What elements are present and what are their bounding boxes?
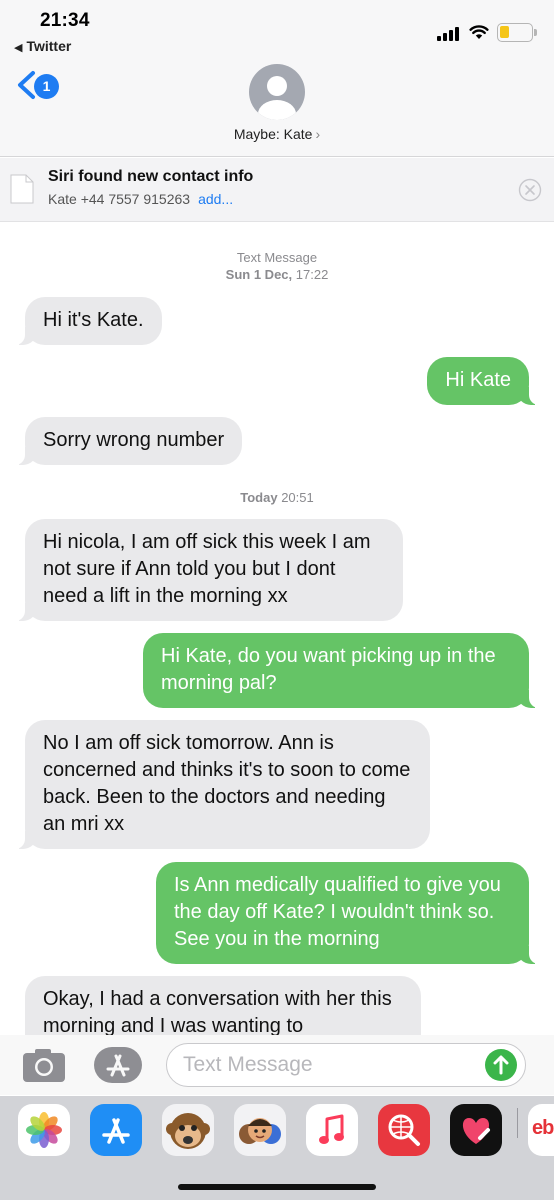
timestamp-time: 20:51 — [281, 490, 314, 505]
siri-banner-title: Siri found new contact info — [48, 168, 254, 185]
back-to-app-link[interactable]: ◀ Twitter — [14, 38, 71, 54]
siri-suggestion-banner: Siri found new contact info Kate +44 755… — [0, 158, 554, 222]
message-text-field[interactable] — [166, 1043, 526, 1087]
memoji-icon[interactable] — [234, 1104, 286, 1156]
app-store-icon[interactable] — [90, 1104, 142, 1156]
app-store-drawer-icon[interactable] — [93, 1046, 143, 1084]
message-bubble-outgoing[interactable]: Is Ann medically qualified to give you t… — [156, 862, 541, 964]
message-bubble-incoming[interactable]: Okay, I had a conversation with her this… — [25, 976, 421, 1035]
timestamp-header: Text Message Sun 1 Dec, 17:22 — [0, 249, 554, 283]
message-bubble-outgoing[interactable]: Hi Kate — [427, 357, 541, 405]
photos-app-icon[interactable] — [18, 1104, 70, 1156]
message-bubble-incoming[interactable]: Sorry wrong number — [12, 417, 243, 465]
timestamp-day: Sun 1 Dec, — [225, 267, 293, 282]
message-bubble-outgoing[interactable]: Hi Kate, do you want picking up in the m… — [143, 633, 541, 708]
imessage-app-drawer: eb — [0, 1096, 554, 1200]
siri-add-link[interactable]: add... — [198, 191, 233, 207]
home-indicator[interactable] — [178, 1184, 376, 1190]
battery-level — [500, 26, 509, 38]
status-bar: 21:34 ◀ Twitter — [0, 0, 554, 60]
battery-icon — [497, 23, 537, 42]
ebay-logo-text: eb — [532, 1117, 554, 1139]
wifi-icon — [469, 25, 489, 39]
timestamp-day: Today — [240, 490, 278, 505]
digital-touch-icon[interactable] — [450, 1104, 502, 1156]
contact-avatar-icon[interactable] — [249, 64, 305, 120]
cellular-signal-icon — [437, 27, 461, 41]
contact-name-button[interactable]: Maybe: Kate › — [0, 126, 554, 142]
timestamp-header: Today 20:51 — [0, 489, 554, 506]
ebay-app-icon[interactable]: eb — [528, 1104, 554, 1156]
music-app-icon[interactable] — [306, 1104, 358, 1156]
document-icon — [10, 174, 34, 204]
timestamp-time: 17:22 — [295, 267, 329, 282]
siri-banner-contact: Kate +44 7557 915263 add... — [48, 191, 233, 207]
send-button[interactable] — [485, 1049, 517, 1081]
status-time: 21:34 — [40, 10, 90, 31]
message-bubble-incoming[interactable]: No I am off sick tomorrow. Ann is concer… — [13, 720, 430, 849]
web-search-icon[interactable] — [378, 1104, 430, 1156]
message-bubble-incoming[interactable]: Hi it's Kate. — [13, 297, 162, 345]
unread-count-badge[interactable]: 1 — [34, 74, 59, 99]
timestamp-label: Text Message — [236, 250, 318, 265]
arrow-up-icon — [493, 1055, 509, 1075]
contact-name-label: Maybe: Kate — [233, 126, 313, 142]
monkey-animoji-icon[interactable] — [162, 1104, 214, 1156]
message-bubble-incoming[interactable]: Hi nicola, I am off sick this week I am … — [13, 519, 403, 621]
message-input[interactable] — [183, 1050, 483, 1080]
close-icon[interactable] — [518, 178, 542, 202]
camera-icon[interactable] — [22, 1047, 66, 1083]
drawer-divider — [517, 1108, 518, 1138]
siri-contact-line: Kate +44 7557 915263 — [48, 191, 191, 207]
back-app-label: Twitter — [26, 38, 72, 54]
back-triangle-icon: ◀ — [14, 42, 23, 54]
chevron-right-icon: › — [315, 126, 321, 142]
message-input-bar — [0, 1035, 554, 1095]
